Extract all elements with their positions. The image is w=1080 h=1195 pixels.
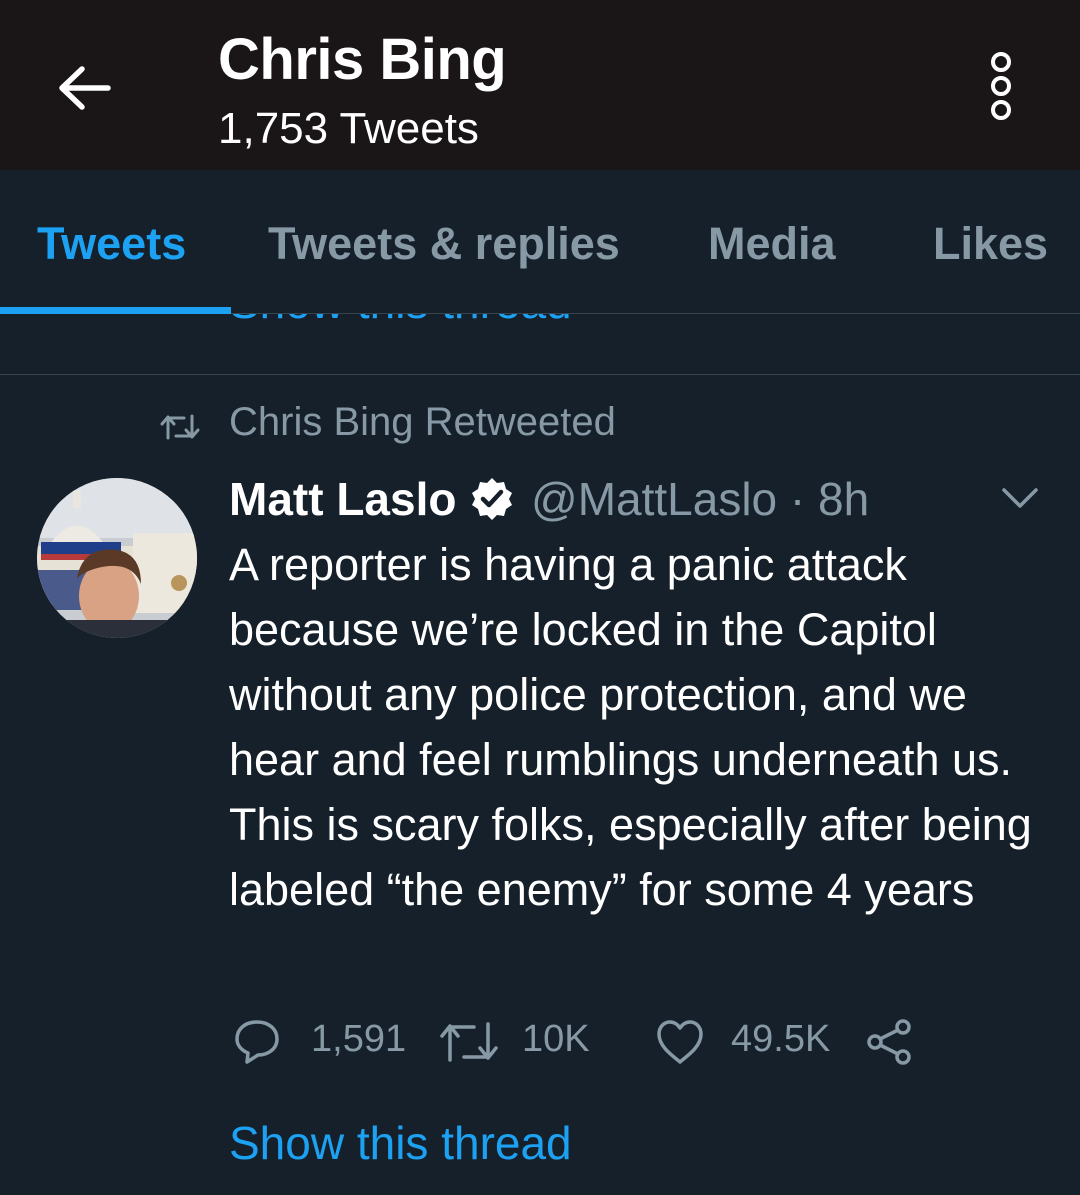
tweet-count: 1,753 Tweets [218,104,479,153]
more-options-button[interactable] [986,50,1016,122]
like-icon [657,1020,703,1064]
chevron-down-icon [1002,488,1038,508]
previous-tweet-footer: Show this thread [0,314,1080,375]
like-count: 49.5K [731,1018,831,1060]
retweet-count: 10K [522,1018,590,1060]
previous-show-thread-link[interactable]: Show this thread [229,314,572,329]
retweet-button[interactable]: 10K [440,1012,610,1072]
back-button[interactable] [52,56,116,120]
tab-media[interactable]: Media [708,218,836,270]
back-arrow-icon [59,66,111,110]
tweet-options-button[interactable] [1000,484,1040,512]
share-button[interactable] [865,1012,917,1072]
avatar-image [37,478,197,638]
author-name[interactable]: Matt Laslo [229,472,456,526]
like-button[interactable]: 49.5K [655,1012,845,1072]
author-handle-and-time[interactable]: @MattLaslo · 8h [531,472,869,526]
verified-badge-icon [472,478,512,520]
more-options-icon [991,52,1011,120]
reply-count: 1,591 [311,1018,407,1060]
profile-name: Chris Bing [218,27,507,92]
profile-tabs: Tweets Tweets & replies Media Likes [0,170,1080,314]
active-tab-indicator [0,307,231,314]
tab-likes[interactable]: Likes [933,218,1048,270]
tweet-actions: 1,591 10K 49.5K [233,1012,933,1072]
share-icon [867,1019,911,1065]
tab-tweets-and-replies[interactable]: Tweets & replies [268,218,620,270]
top-app-bar: Chris Bing 1,753 Tweets [0,0,1080,170]
tab-tweets[interactable]: Tweets [37,218,186,270]
avatar[interactable] [37,478,197,638]
tweet-text: A reporter is having a panic attack beca… [229,539,1032,915]
profile-screen: Chris Bing 1,753 Tweets Tweets Tweets & … [0,0,1080,1195]
reply-button[interactable]: 1,591 [233,1012,413,1072]
reply-icon [235,1020,279,1064]
retweet-icon [160,414,200,440]
retweet-context-label: Chris Bing Retweeted [229,400,616,444]
show-thread-link[interactable]: Show this thread [229,1116,572,1170]
retweet-action-icon [440,1022,498,1062]
